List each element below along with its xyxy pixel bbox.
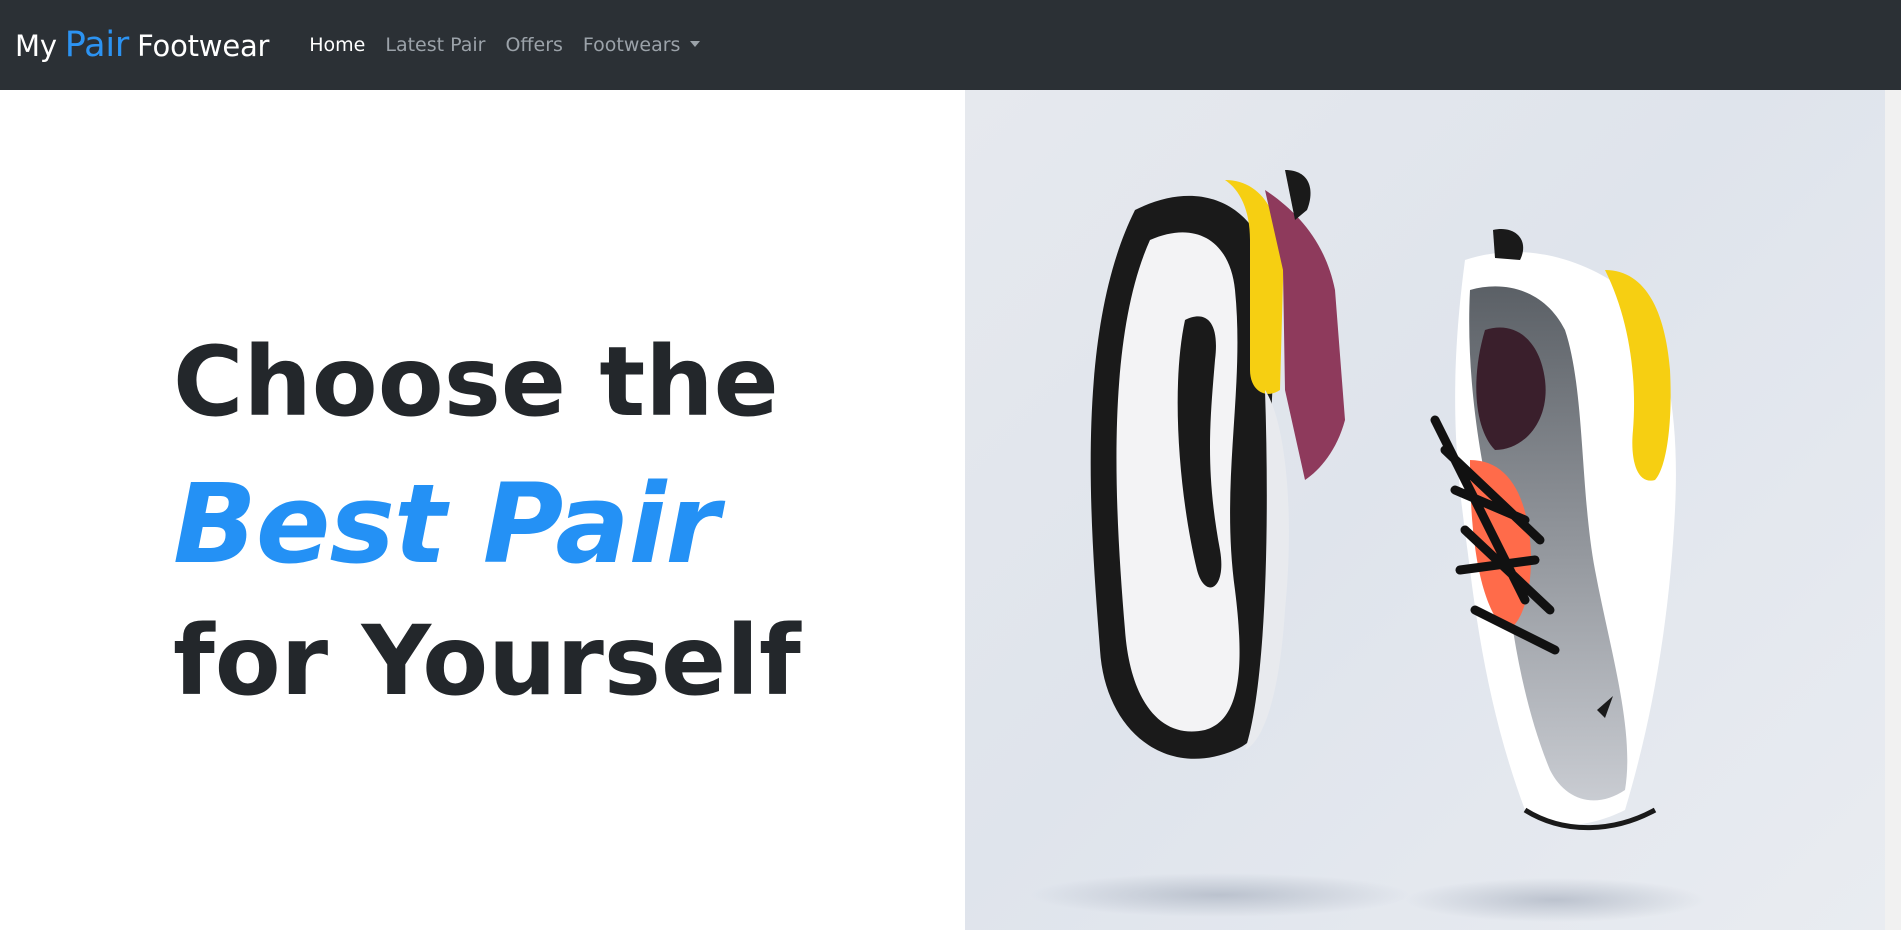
right-shoe: [1430, 229, 1676, 831]
brand-suffix: Footwear: [137, 29, 270, 63]
hero-text-panel: Choose the Best Pair for Yourself: [0, 90, 965, 930]
shoe-shadow-right: [1405, 878, 1705, 922]
headline-line-2: Best Pair: [173, 460, 720, 588]
nav-link-home[interactable]: Home: [299, 34, 375, 56]
brand-prefix: My: [15, 29, 57, 63]
shoe-shadow-left: [1030, 873, 1410, 917]
left-shoe: [1090, 170, 1345, 759]
nav-link-latest-pair[interactable]: Latest Pair: [375, 34, 495, 56]
hero-image: [965, 90, 1885, 930]
brand-accent: Pair: [64, 25, 130, 65]
nav-link-offers[interactable]: Offers: [495, 34, 572, 56]
nav-dropdown-label: Footwears: [582, 34, 681, 56]
page-scrollbar[interactable]: [1885, 90, 1901, 930]
headline-line-3: for Yourself: [173, 605, 801, 717]
nav-links: Home Latest Pair Offers Footwears: [299, 34, 710, 56]
headline-line-1: Choose the: [173, 326, 779, 438]
navbar: My Pair Footwear Home Latest Pair Offers…: [0, 0, 1901, 90]
hero-headline: Choose the Best Pair for Yourself: [173, 334, 801, 709]
floating-sneakers-illustration: [1030, 170, 1705, 922]
brand-logo[interactable]: My Pair Footwear: [15, 25, 269, 65]
nav-dropdown-footwears[interactable]: Footwears: [573, 34, 711, 56]
chevron-down-icon: [690, 41, 701, 47]
